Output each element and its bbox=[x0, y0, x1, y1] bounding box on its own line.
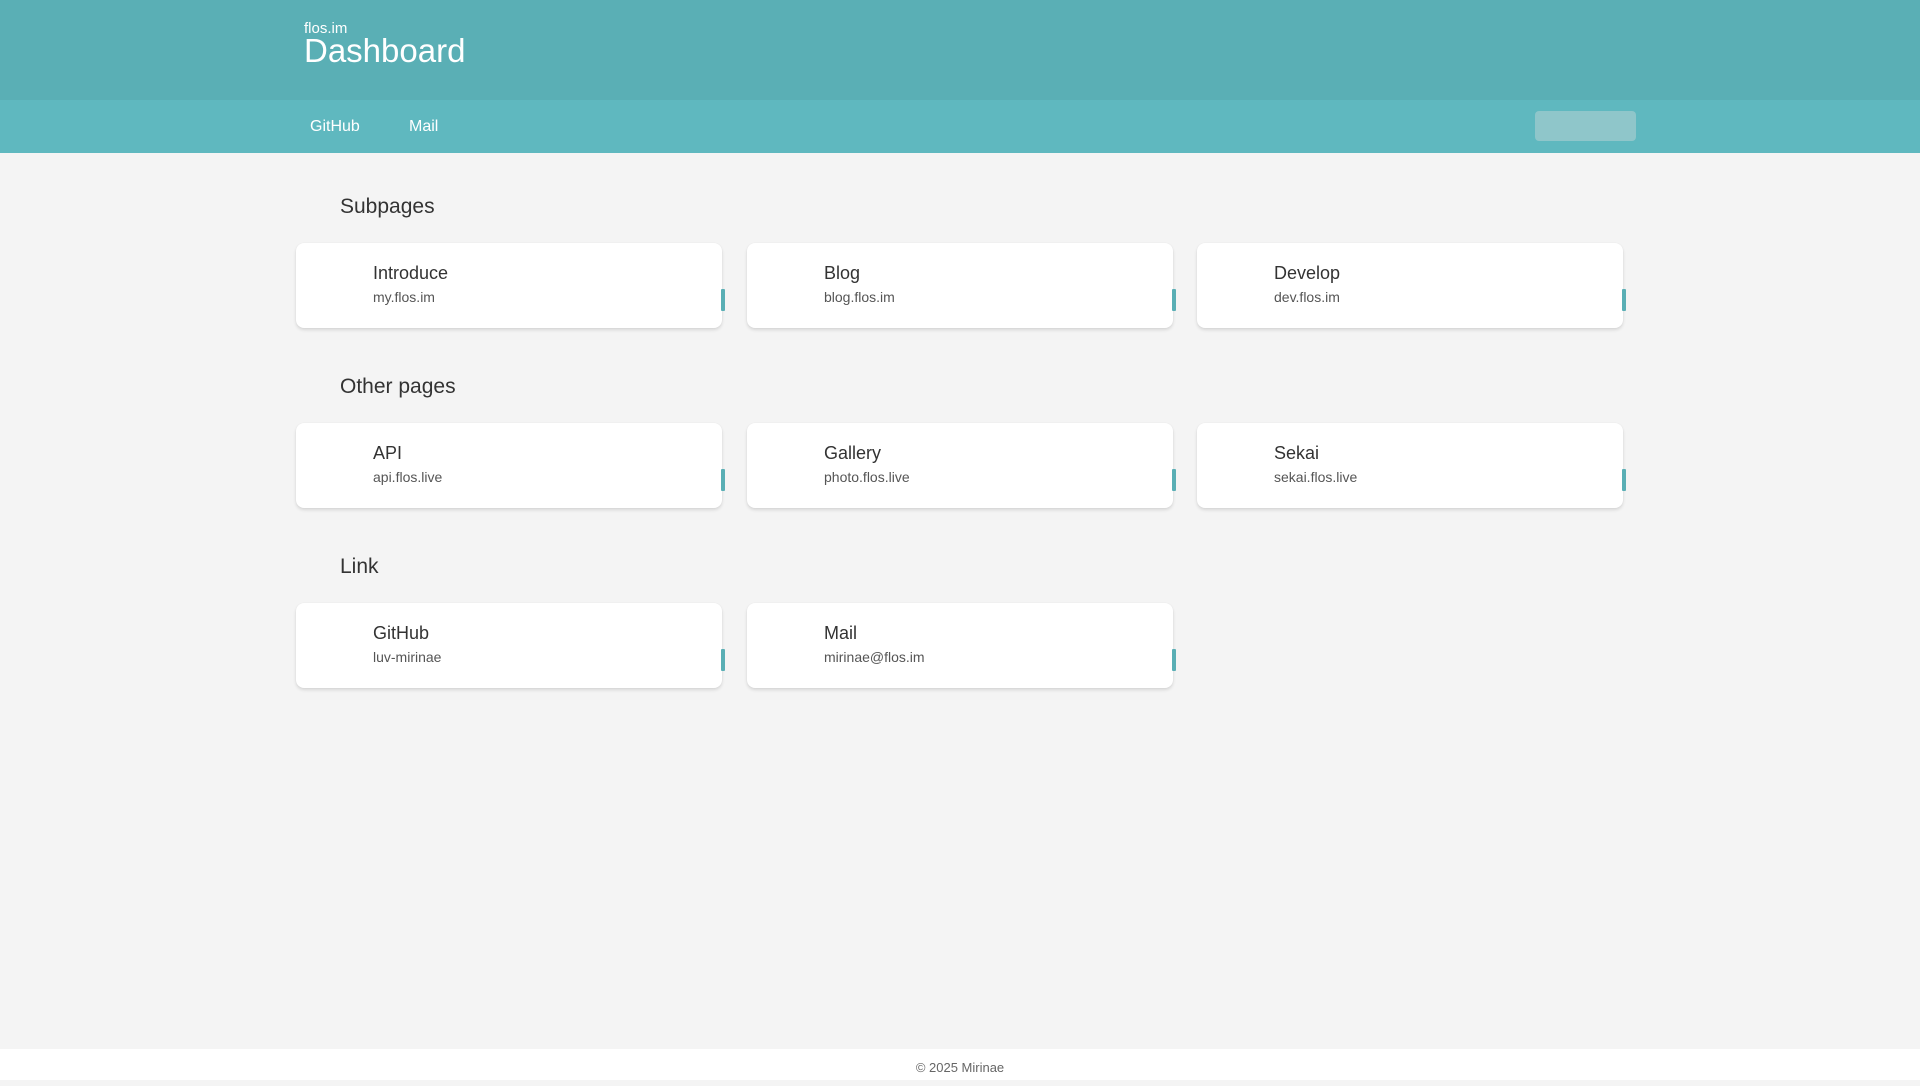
card-name: API bbox=[373, 443, 403, 463]
card-blog[interactable]: Blog blog.flos.im bbox=[747, 243, 1176, 328]
card-accent-bar bbox=[721, 289, 725, 311]
card-develop[interactable]: Develop dev.flos.im bbox=[1197, 243, 1626, 328]
card-introduce[interactable]: Introduce my.flos.im bbox=[296, 243, 725, 328]
card-name: Develop bbox=[1274, 263, 1341, 283]
card-sekai[interactable]: Sekai sekai.flos.live bbox=[1197, 423, 1626, 508]
section-title-subpages: Subpages bbox=[340, 195, 435, 218]
card-name: Blog bbox=[824, 263, 861, 283]
card-url: blog.flos.im bbox=[824, 289, 895, 305]
nav-link-mail[interactable]: Mail bbox=[409, 100, 438, 153]
card-accent-bar bbox=[1622, 469, 1626, 491]
search-input[interactable] bbox=[1535, 111, 1636, 141]
card-url: mirinae@flos.im bbox=[824, 649, 925, 665]
card-name: Sekai bbox=[1274, 443, 1320, 463]
card-name: GitHub bbox=[373, 623, 430, 643]
copyright-text: © 2025 Mirinae bbox=[915, 1060, 1005, 1075]
card-accent-bar bbox=[1172, 649, 1176, 671]
page-footer: © 2025 Mirinae bbox=[0, 1049, 1920, 1080]
card-name: Gallery bbox=[824, 443, 882, 463]
card-github[interactable]: GitHub luv-mirinae bbox=[296, 603, 725, 688]
card-name: Introduce bbox=[373, 263, 449, 283]
card-url: sekai.flos.live bbox=[1274, 469, 1358, 485]
section-title-link: Link bbox=[340, 555, 379, 578]
card-accent-bar bbox=[721, 649, 725, 671]
card-accent-bar bbox=[721, 469, 725, 491]
card-gallery[interactable]: Gallery photo.flos.live bbox=[747, 423, 1176, 508]
page-header: flos.im Dashboard bbox=[0, 0, 1920, 100]
nav-link-github[interactable]: GitHub bbox=[310, 100, 360, 153]
card-accent-bar bbox=[1172, 469, 1176, 491]
card-name: Mail bbox=[824, 623, 858, 643]
page-title: Dashboard bbox=[304, 32, 466, 69]
card-url: api.flos.live bbox=[373, 469, 443, 485]
section-title-other-pages: Other pages bbox=[340, 375, 456, 398]
card-accent-bar bbox=[1172, 289, 1176, 311]
card-api[interactable]: API api.flos.live bbox=[296, 423, 725, 508]
card-mail[interactable]: Mail mirinae@flos.im bbox=[747, 603, 1176, 688]
card-url: dev.flos.im bbox=[1274, 289, 1340, 305]
card-url: my.flos.im bbox=[373, 289, 435, 305]
card-accent-bar bbox=[1622, 289, 1626, 311]
card-url: photo.flos.live bbox=[824, 469, 910, 485]
card-url: luv-mirinae bbox=[373, 649, 442, 665]
